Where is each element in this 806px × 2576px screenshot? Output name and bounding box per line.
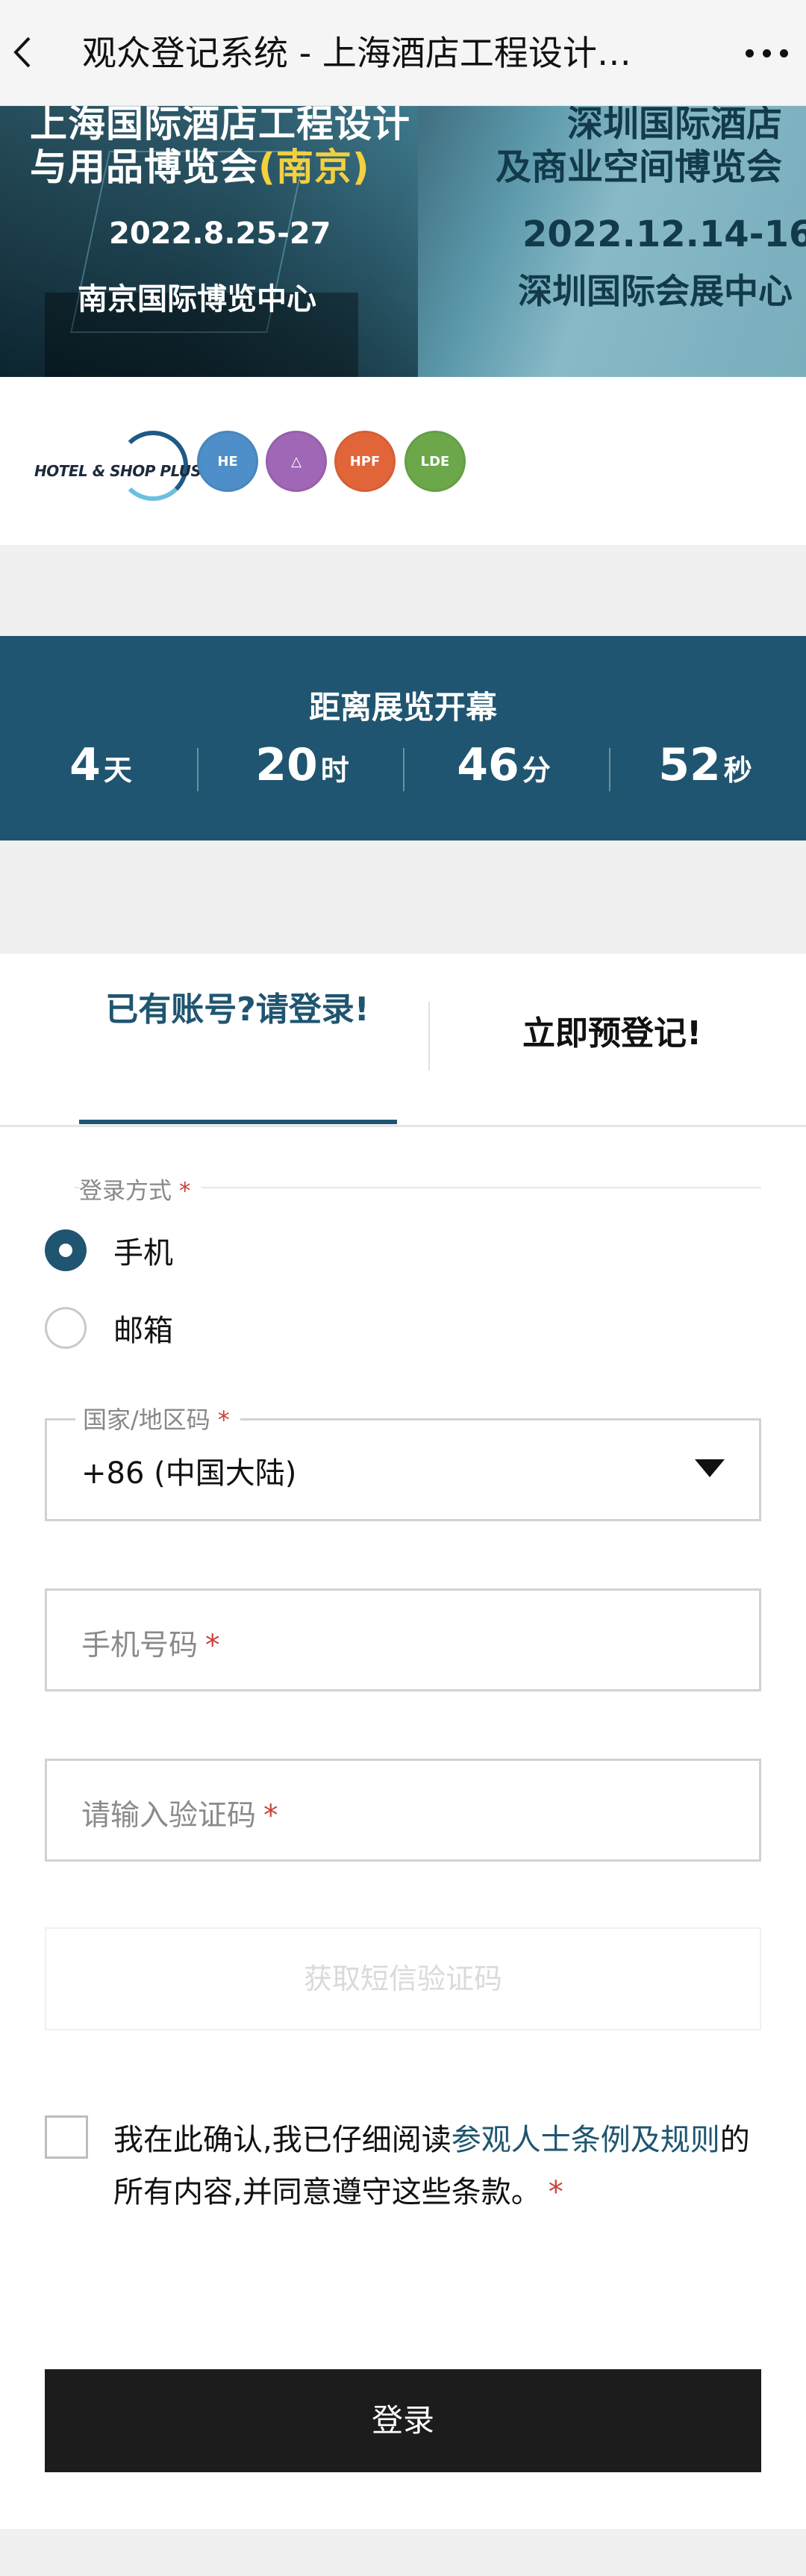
tab-register[interactable]: 立即预登记! [463, 1006, 761, 1054]
country-code-label: 国家/地区码 * [75, 1401, 240, 1435]
lde-logo: LDE [404, 431, 466, 492]
bottom-gap [0, 2529, 806, 2576]
triangle-logo: △ [266, 431, 327, 492]
dropdown-caret-icon [695, 1459, 725, 1477]
login-form-card: 已有账号?请登录! 立即预登记! 登录方式 * 手机 邮箱 国家/地区码 * +86… [0, 954, 806, 2529]
sponsor-logos: HOTEL & SHOP PLUS HE △ HPF LDE [0, 377, 806, 545]
countdown-title: 距离展览开幕 [308, 689, 497, 726]
countdown-days: 4天 [69, 739, 132, 791]
country-code-value: +86 (中国大陆) [81, 1456, 297, 1491]
section-gap [0, 841, 806, 954]
login-method-label: 登录方式 * [79, 1172, 202, 1206]
phone-placeholder: 手机号码 * [81, 1629, 220, 1662]
exhibition-banner: 上海国际酒店工程设计 与用品博览会(南京) 2022.8.25-27 南京国际博… [0, 106, 806, 377]
banner-right-date: 2022.12.14-16 [522, 213, 806, 255]
login-button[interactable]: 登录 [45, 2369, 761, 2472]
terms-text: 我在此确认,我已仔细阅读参观人士条例及规则的所有内容,并同意遵守这些条款。 * [113, 2123, 750, 2209]
terms-link[interactable]: 参观人士条例及规则 [452, 2123, 720, 2157]
title-bar: 观众登记系统 - 上海酒店工程设计… [0, 0, 806, 106]
country-code-select[interactable]: 国家/地区码 * +86 (中国大陆) [45, 1401, 761, 1521]
verification-code-input[interactable]: 请输入验证码 * [45, 1759, 761, 1862]
hotel-shop-logo: HOTEL & SHOP PLUS [34, 462, 202, 480]
tab-bar: 已有账号?请登录! 立即预登记! [0, 954, 806, 1127]
tab-login[interactable]: 已有账号?请登录! [81, 987, 394, 1033]
banner-right-venue: 深圳国际会展中心 [518, 271, 793, 311]
countdown-hours: 20 时 [255, 739, 349, 791]
radio-label-phone: 手机 [113, 1236, 173, 1270]
he-logo: HE [197, 431, 258, 492]
radio-email[interactable]: 邮箱 [45, 1306, 173, 1350]
section-gap [0, 545, 806, 636]
agree-checkbox[interactable] [45, 2115, 88, 2159]
radio-button-checked[interactable] [45, 1229, 87, 1271]
radio-phone[interactable]: 手机 [45, 1229, 173, 1272]
countdown-divider [197, 748, 199, 791]
page-title: 观众登记系统 - 上海酒店工程设计… [82, 33, 631, 73]
get-sms-code-button[interactable]: 获取短信验证码 [45, 1927, 761, 2030]
phone-input[interactable]: 手机号码 * [45, 1588, 761, 1691]
countdown-panel: 距离展览开幕 4天 20 时 46 分 52 秒 [0, 636, 806, 841]
banner-left-title-2: 与用品博览会(南京) [30, 146, 370, 189]
banner-right-title-2: 及商业空间博览会 [496, 146, 783, 188]
hpf-logo: HPF [334, 431, 396, 492]
banner-left-date: 2022.8.25-27 [109, 216, 331, 251]
back-icon[interactable] [0, 22, 45, 82]
radio-button-unchecked[interactable] [45, 1307, 87, 1349]
countdown-minutes: 46 分 [457, 739, 551, 791]
more-icon[interactable] [740, 42, 793, 64]
code-placeholder: 请输入验证码 * [81, 1799, 278, 1833]
tab-active-indicator [79, 1120, 397, 1124]
radio-label-email: 邮箱 [113, 1314, 173, 1348]
tab-divider [428, 1002, 430, 1070]
banner-left-venue: 南京国际博览中心 [78, 282, 316, 316]
countdown-seconds: 52 秒 [658, 739, 752, 791]
